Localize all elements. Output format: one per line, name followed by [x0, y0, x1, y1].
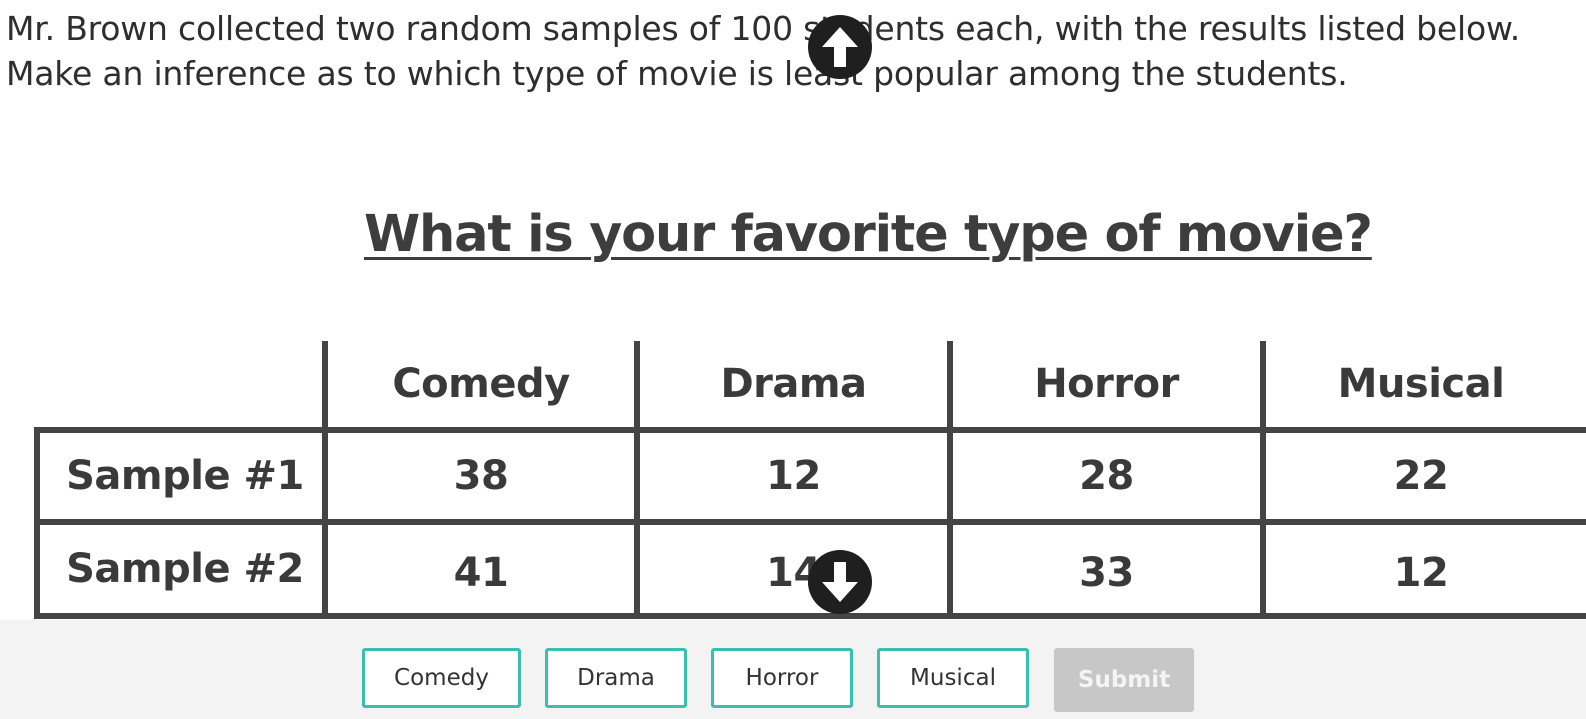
- scroll-up-button[interactable]: [808, 15, 872, 79]
- cell-sample-2-musical: 12: [1393, 550, 1449, 596]
- cell-sample-1-drama: 12: [766, 453, 821, 499]
- answer-choice-drama[interactable]: Drama: [545, 648, 687, 708]
- row-label-sample-2: Sample #2: [66, 546, 304, 592]
- row-label-sample-1: Sample #1: [66, 453, 304, 499]
- cell-sample-1-horror: 28: [1079, 453, 1134, 499]
- cell-sample-1-comedy: 38: [453, 453, 509, 499]
- submit-button[interactable]: Submit: [1054, 648, 1194, 712]
- answer-bar: Comedy Drama Horror Musical Submit: [0, 620, 1586, 719]
- column-header-drama: Drama: [720, 361, 867, 407]
- column-header-horror: Horror: [1034, 361, 1179, 407]
- arrow-up-icon: [822, 27, 858, 67]
- answer-choice-musical[interactable]: Musical: [877, 648, 1029, 708]
- page: Mr. Brown collected two random samples o…: [0, 0, 1586, 719]
- arrow-down-icon: [822, 562, 858, 602]
- column-header-comedy: Comedy: [392, 361, 570, 407]
- cell-sample-1-musical: 22: [1393, 453, 1449, 499]
- answer-choice-horror[interactable]: Horror: [711, 648, 853, 708]
- column-header-musical: Musical: [1337, 361, 1505, 407]
- data-table: Comedy Drama Horror Musical Sample #1 38…: [0, 0, 1586, 719]
- cell-sample-2-comedy: 41: [453, 550, 509, 596]
- scroll-down-button[interactable]: [808, 550, 872, 614]
- cell-sample-2-drama: 14: [766, 550, 821, 596]
- cell-sample-2-horror: 33: [1079, 550, 1134, 596]
- answer-choice-comedy[interactable]: Comedy: [362, 648, 521, 708]
